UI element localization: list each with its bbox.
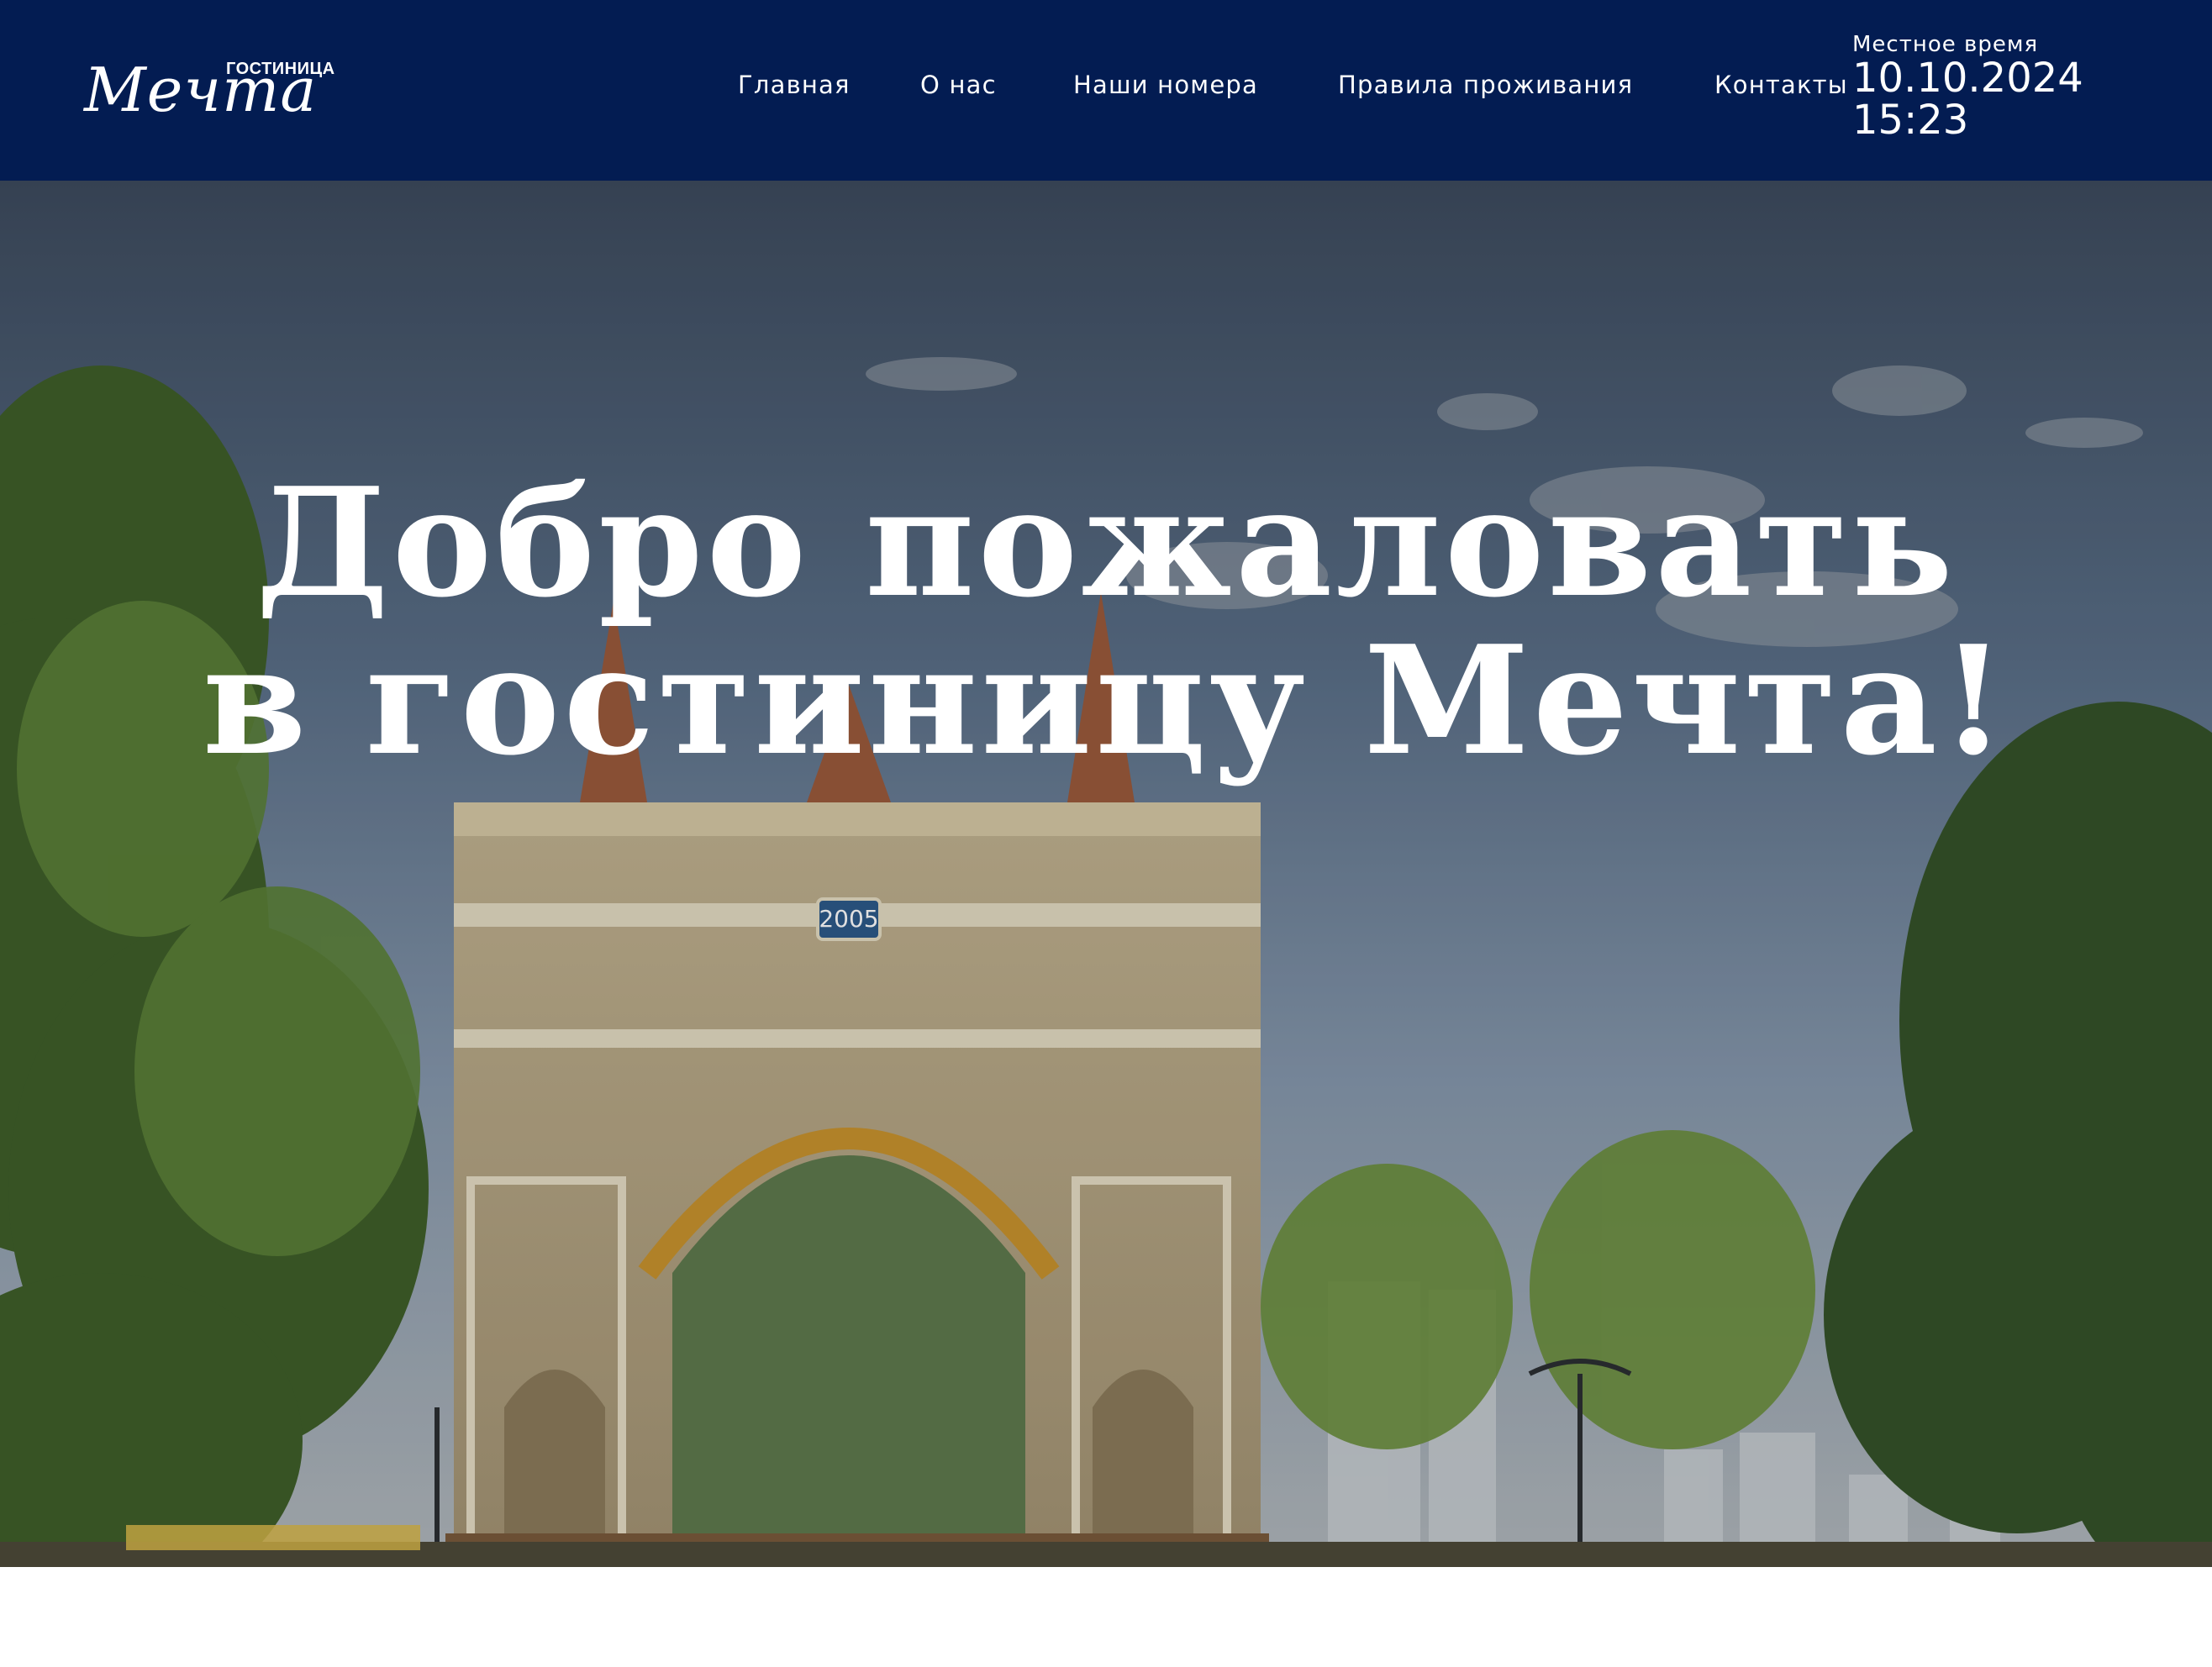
nav-item-about[interactable]: О нас xyxy=(920,71,997,99)
nav-item-contacts[interactable]: Контакты xyxy=(1714,71,1848,99)
nav-item-rooms[interactable]: Наши номера xyxy=(1073,71,1258,99)
hero-title-line-2: в гостиницу Мечта! xyxy=(202,613,2010,788)
hero-banner: 2005 Добро пожаловать в гостиницу Мечта! xyxy=(0,181,2212,1567)
nav-item-rules[interactable]: Правила проживания xyxy=(1338,71,1633,99)
local-time-widget: Местное время 10.10.2024 15:23 xyxy=(1852,32,2083,141)
site-header: ГОСТИНИЦА Мечта Главная О нас Наши номер… xyxy=(0,0,2212,181)
local-time-label: Местное время xyxy=(1852,32,2039,57)
hero-background-image: 2005 xyxy=(0,181,2212,1567)
hero-title: Добро пожаловать в гостиницу Мечта! xyxy=(0,464,2212,780)
hero-title-line-1: Добро пожаловать xyxy=(255,455,1957,630)
local-date: 10.10.2024 xyxy=(1852,55,2083,102)
content-area-start xyxy=(0,1567,2212,1667)
local-time: 15:23 xyxy=(1852,97,1969,144)
nav-item-home[interactable]: Главная xyxy=(738,71,851,99)
